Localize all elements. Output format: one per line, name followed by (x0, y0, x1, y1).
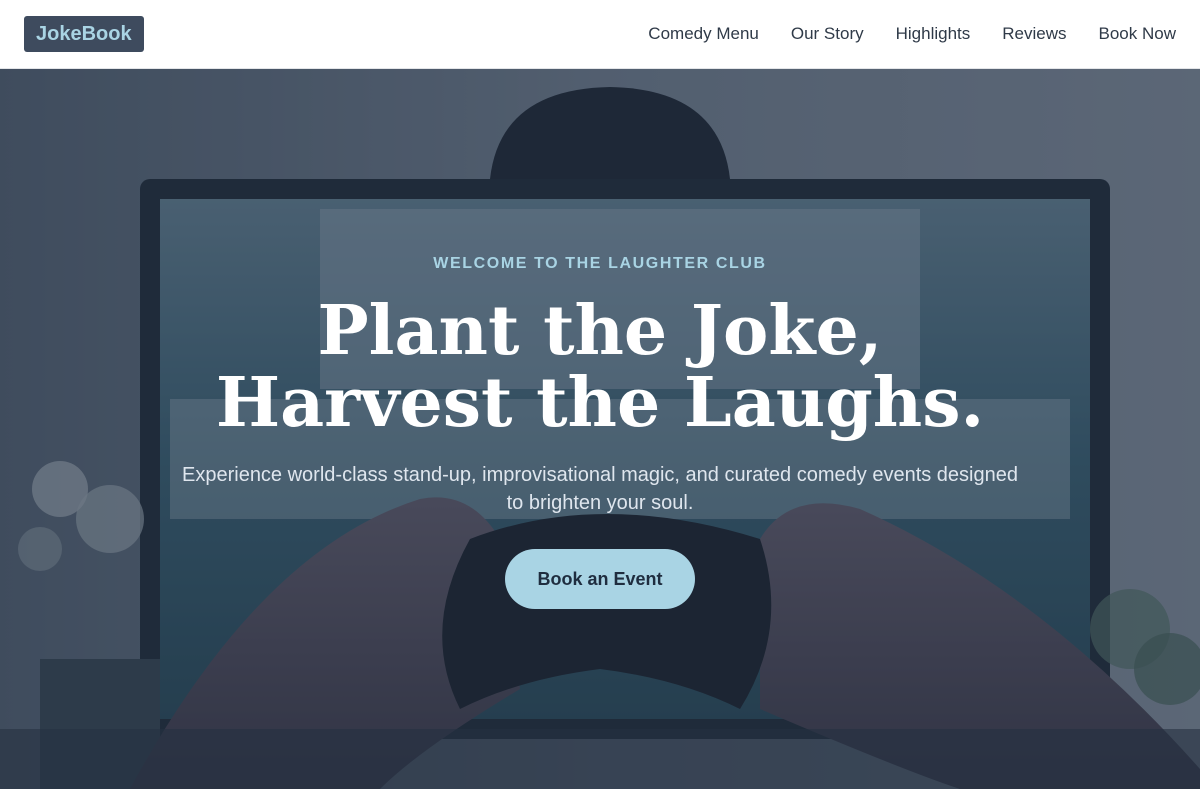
hero-content: WELCOME TO THE LAUGHTER CLUB Plant the J… (0, 69, 1200, 789)
book-event-button[interactable]: Book an Event (505, 549, 695, 609)
main-nav: Comedy Menu Our Story Highlights Reviews… (648, 24, 1176, 44)
nav-link-highlights[interactable]: Highlights (896, 24, 971, 44)
nav-link-comedy-menu[interactable]: Comedy Menu (648, 24, 759, 44)
nav-link-book-now[interactable]: Book Now (1099, 24, 1176, 44)
hero-section: WELCOME TO THE LAUGHTER CLUB Plant the J… (0, 69, 1200, 789)
hero-headline: Plant the Joke, Harvest the Laughs. (215, 291, 985, 443)
page-bottom-edge (0, 789, 1200, 800)
top-navbar: JokeBook Comedy Menu Our Story Highlight… (0, 0, 1200, 69)
brand-logo[interactable]: JokeBook (24, 16, 144, 52)
hero-eyebrow: WELCOME TO THE LAUGHTER CLUB (433, 255, 767, 272)
nav-link-our-story[interactable]: Our Story (791, 24, 864, 44)
hero-subheading: Experience world-class stand-up, improvi… (182, 464, 1018, 514)
nav-link-reviews[interactable]: Reviews (1002, 24, 1066, 44)
